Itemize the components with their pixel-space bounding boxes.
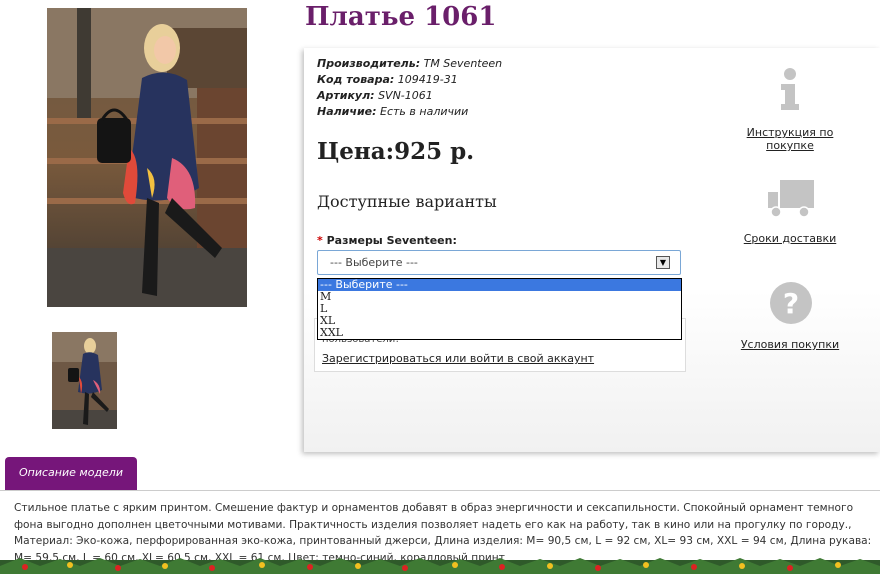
size-select[interactable]: --- Выберите --- ▼ [317, 250, 681, 275]
tab-description[interactable]: Описание модели [5, 457, 137, 491]
svg-text:?: ? [783, 287, 799, 320]
christmas-garland-decoration [0, 556, 880, 574]
article-value: SVN-1061 [378, 89, 433, 102]
product-price: Цена:925 р. [317, 138, 475, 165]
article-row: Артикул: SVN-1061 [317, 88, 502, 104]
product-thumbnail[interactable] [52, 332, 117, 429]
product-code-value: 109419-31 [397, 73, 458, 86]
sidebar-item-conditions[interactable]: ? Условия покупки [724, 280, 856, 351]
product-main-photo[interactable] [47, 8, 247, 307]
size-option[interactable]: XXL [318, 327, 681, 339]
size-dropdown-list[interactable]: --- Выберите --- M L XL XXL [317, 278, 682, 340]
product-title: Платье 1061 [305, 2, 497, 32]
register-link[interactable]: Зарегистрироваться или войти в свой акка… [322, 352, 594, 365]
size-label-text: Размеры Seventeen: [326, 234, 457, 247]
size-option[interactable]: XL [318, 315, 681, 327]
size-option[interactable]: M [318, 291, 681, 303]
delivery-link[interactable]: Сроки доставки [744, 232, 837, 245]
info-icon [724, 66, 856, 126]
product-photo-image [47, 8, 247, 307]
size-option[interactable]: L [318, 303, 681, 315]
size-select-value: --- Выберите --- [330, 256, 418, 269]
chevron-down-icon[interactable]: ▼ [656, 256, 670, 269]
size-label: * Размеры Seventeen: [317, 234, 457, 247]
manufacturer-row: Производитель: TM Seventeen [317, 56, 502, 72]
product-code-label: Код товара: [317, 73, 395, 86]
sidebar-item-delivery[interactable]: Сроки доставки [724, 176, 856, 245]
stock-row: Наличие: Есть в наличии [317, 104, 502, 120]
product-code-row: Код товара: 109419-31 [317, 72, 502, 88]
product-info-panel: Производитель: TM Seventeen Код товара: … [304, 48, 880, 452]
size-option[interactable]: --- Выберите --- [318, 279, 681, 291]
variants-heading: Доступные варианты [317, 192, 497, 211]
stock-value: Есть в наличии [380, 105, 469, 118]
sidebar-item-instructions[interactable]: Инструкция по покупке [724, 66, 856, 152]
stock-label: Наличие: [317, 105, 377, 118]
product-thumbnail-image [52, 332, 117, 429]
instructions-link[interactable]: Инструкция по покупке [747, 126, 834, 152]
product-meta: Производитель: TM Seventeen Код товара: … [317, 56, 502, 120]
manufacturer-value: TM Seventeen [423, 57, 503, 70]
truck-icon [724, 176, 856, 232]
required-mark: * [317, 234, 323, 247]
manufacturer-label: Производитель: [317, 57, 421, 70]
article-label: Артикул: [317, 89, 375, 102]
question-icon: ? [724, 280, 856, 338]
conditions-link[interactable]: Условия покупки [741, 338, 839, 351]
